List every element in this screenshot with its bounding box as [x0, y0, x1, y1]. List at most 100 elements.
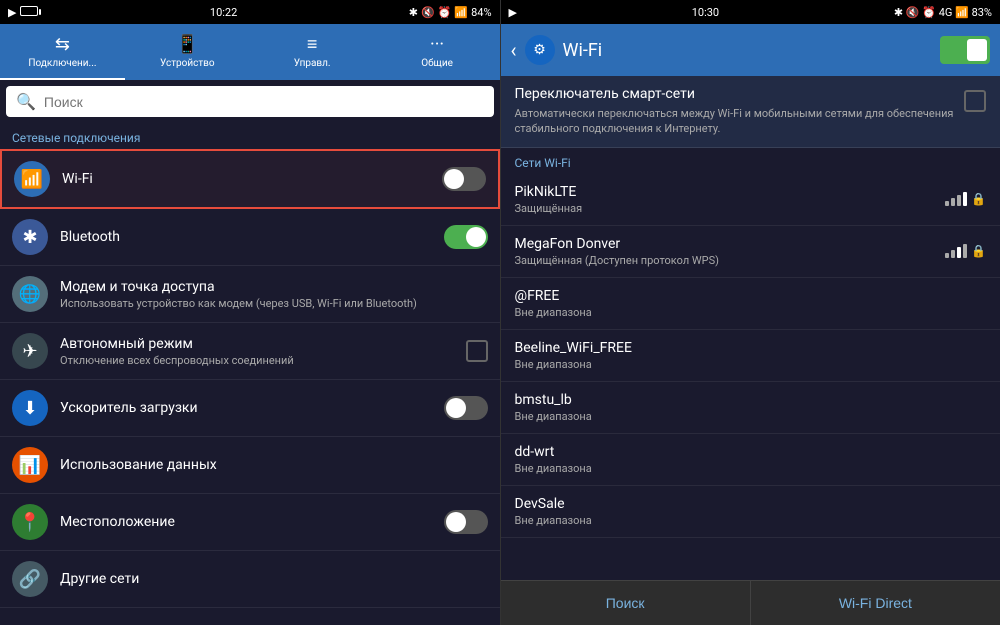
search-input[interactable] [44, 94, 484, 110]
datausage-item-text: Использование данных [60, 457, 488, 473]
airplane-subtitle: Отключение всех беспроводных соединений [60, 354, 466, 367]
tab-manage-label: Управл. [294, 58, 331, 69]
tab-general[interactable]: ··· Общие [375, 24, 500, 80]
settings-item-wifi[interactable]: 📶 Wi-Fi [0, 149, 500, 209]
megafon-lock-icon: 🔒 [971, 244, 986, 258]
wifi-network-beeline[interactable]: Beeline_WiFi_FREE Вне диапазона [501, 330, 1000, 382]
smart-switch-checkbox[interactable] [964, 90, 986, 112]
pikniklte-status: Защищённая [515, 202, 938, 215]
other-icon: 🔗 [12, 561, 48, 597]
wifi-networks-label: Сети Wi-Fi [501, 148, 1000, 174]
wifi-master-toggle[interactable] [940, 36, 990, 64]
location-title: Местоположение [60, 514, 444, 530]
downloader-toggle[interactable] [444, 396, 488, 420]
wifi-header: ‹ ⚙ Wi-Fi [501, 24, 1000, 76]
tab-device-label: Устройство [160, 58, 215, 69]
nav-tabs: ⇆ Подключени... 📱 Устройство ≡ Управл. ·… [0, 24, 500, 80]
pikniklte-text: PikNikLTE Защищённая [515, 184, 938, 215]
wifi-title: Wi-Fi [62, 171, 442, 187]
connections-icon: ⇆ [55, 34, 70, 55]
free-text: @FREE Вне диапазона [515, 288, 987, 319]
bmstu-name: bmstu_lb [515, 392, 987, 408]
status-bar-left: ▶ 10:22 ✱ 🔇 ⏰ 📶 84% [0, 0, 500, 24]
settings-list: 📶 Wi-Fi ✱ Bluetooth 🌐 Модем и точка дост… [0, 149, 500, 625]
wifi-network-pikniklte[interactable]: PikNikLTE Защищённая 🔒 [501, 174, 1000, 226]
tab-connections[interactable]: ⇆ Подключени... [0, 24, 125, 80]
back-button[interactable]: ‹ [511, 38, 517, 62]
status-bar-right: ▶ 10:30 ✱ 🔇 ⏰ 4G 📶 83% [501, 0, 1000, 24]
megafon-text: MegaFon Donver Защищённая (Доступен прот… [515, 236, 938, 267]
settings-item-location[interactable]: 📍 Местоположение [0, 494, 500, 551]
gear-icon: ⚙ [533, 42, 546, 58]
wifi-page-title: Wi-Fi [563, 40, 940, 61]
ddwrt-name: dd-wrt [515, 444, 987, 460]
play-icon: ▶ [8, 6, 16, 19]
search-button[interactable]: Поиск [501, 581, 751, 625]
wifi-direct-button[interactable]: Wi-Fi Direct [751, 581, 1000, 625]
wifi-item-text: Wi-Fi [62, 171, 442, 187]
wifi-network-free[interactable]: @FREE Вне диапазона [501, 278, 1000, 330]
settings-item-bluetooth[interactable]: ✱ Bluetooth [0, 209, 500, 266]
free-name: @FREE [515, 288, 987, 304]
bottom-buttons: Поиск Wi-Fi Direct [501, 580, 1000, 625]
wifi-master-toggle-knob [967, 39, 987, 61]
pikniklte-name: PikNikLTE [515, 184, 938, 200]
devsale-status: Вне диапазона [515, 514, 987, 527]
status-right-right-icons: ✱ 🔇 ⏰ 4G 📶 83% [894, 6, 992, 19]
settings-item-modem[interactable]: 🌐 Модем и точка доступа Использовать уст… [0, 266, 500, 323]
free-status: Вне диапазона [515, 306, 987, 319]
settings-item-downloader[interactable]: ⬇ Ускоритель загрузки [0, 380, 500, 437]
modem-title: Модем и точка доступа [60, 279, 488, 295]
tab-general-label: Общие [421, 58, 453, 69]
bmstu-status: Вне диапазона [515, 410, 987, 423]
battery-icon-left [20, 6, 38, 19]
volume-icon: 🔇 [421, 6, 435, 19]
search-bar[interactable]: 🔍 [6, 86, 494, 117]
signal-icon: 📶 [454, 6, 468, 19]
settings-item-airplane[interactable]: ✈ Автономный режим Отключение всех беспр… [0, 323, 500, 380]
wifi-network-megafon[interactable]: MegaFon Donver Защищённая (Доступен прот… [501, 226, 1000, 278]
play-icon-right: ▶ [509, 6, 517, 19]
downloader-title: Ускоритель загрузки [60, 400, 444, 416]
battery-percent-left: 84% [471, 6, 491, 19]
wifi-icon: 📶 [14, 161, 50, 197]
location-item-text: Местоположение [60, 514, 444, 530]
smart-switch-title: Переключатель смарт-сети [515, 86, 955, 102]
bluetooth-title: Bluetooth [60, 229, 444, 245]
modem-icon: 🌐 [12, 276, 48, 312]
wifi-network-devsale[interactable]: DevSale Вне диапазона [501, 486, 1000, 538]
wifi-network-ddwrt[interactable]: dd-wrt Вне диапазона [501, 434, 1000, 486]
location-icon: 📍 [12, 504, 48, 540]
status-time-left: 10:22 [210, 6, 237, 19]
downloader-toggle-knob [446, 398, 466, 418]
data-icon: 📊 [12, 447, 48, 483]
tab-connections-label: Подключени... [28, 58, 96, 69]
airplane-checkbox[interactable] [466, 340, 488, 362]
settings-item-other[interactable]: 🔗 Другие сети [0, 551, 500, 608]
tab-device[interactable]: 📱 Устройство [125, 24, 250, 80]
section-label: Сетевые подключения [0, 123, 500, 149]
ddwrt-status: Вне диапазона [515, 462, 987, 475]
beeline-name: Beeline_WiFi_FREE [515, 340, 987, 356]
other-title: Другие сети [60, 571, 488, 587]
status-right-left-icons: ▶ [509, 6, 517, 19]
bluetooth-toggle[interactable] [444, 225, 488, 249]
lte-icon: 4G [939, 6, 953, 19]
general-icon: ··· [430, 34, 444, 55]
airplane-item-text: Автономный режим Отключение всех беспров… [60, 336, 466, 367]
left-panel: ▶ 10:22 ✱ 🔇 ⏰ 📶 84% ⇆ Подключени... 📱 Ус… [0, 0, 500, 625]
wifi-network-bmstu[interactable]: bmstu_lb Вне диапазона [501, 382, 1000, 434]
location-toggle[interactable] [444, 510, 488, 534]
status-left-icons: ▶ [8, 6, 38, 19]
smart-switch-section: Переключатель смарт-сети Автоматически п… [501, 76, 1000, 148]
alarm-icon: ⏰ [438, 6, 452, 19]
alarm-icon-right: ⏰ [922, 6, 936, 19]
tab-manage[interactable]: ≡ Управл. [250, 24, 375, 80]
bluetooth-toggle-knob [466, 227, 486, 247]
modem-subtitle: Использовать устройство как модем (через… [60, 297, 488, 310]
wifi-networks-list: PikNikLTE Защищённая 🔒 MegaFon Donver За… [501, 174, 1000, 580]
wifi-toggle[interactable] [442, 167, 486, 191]
settings-item-datausage[interactable]: 📊 Использование данных [0, 437, 500, 494]
pikniklte-lock-icon: 🔒 [971, 192, 986, 206]
bluetooth-item-text: Bluetooth [60, 229, 444, 245]
